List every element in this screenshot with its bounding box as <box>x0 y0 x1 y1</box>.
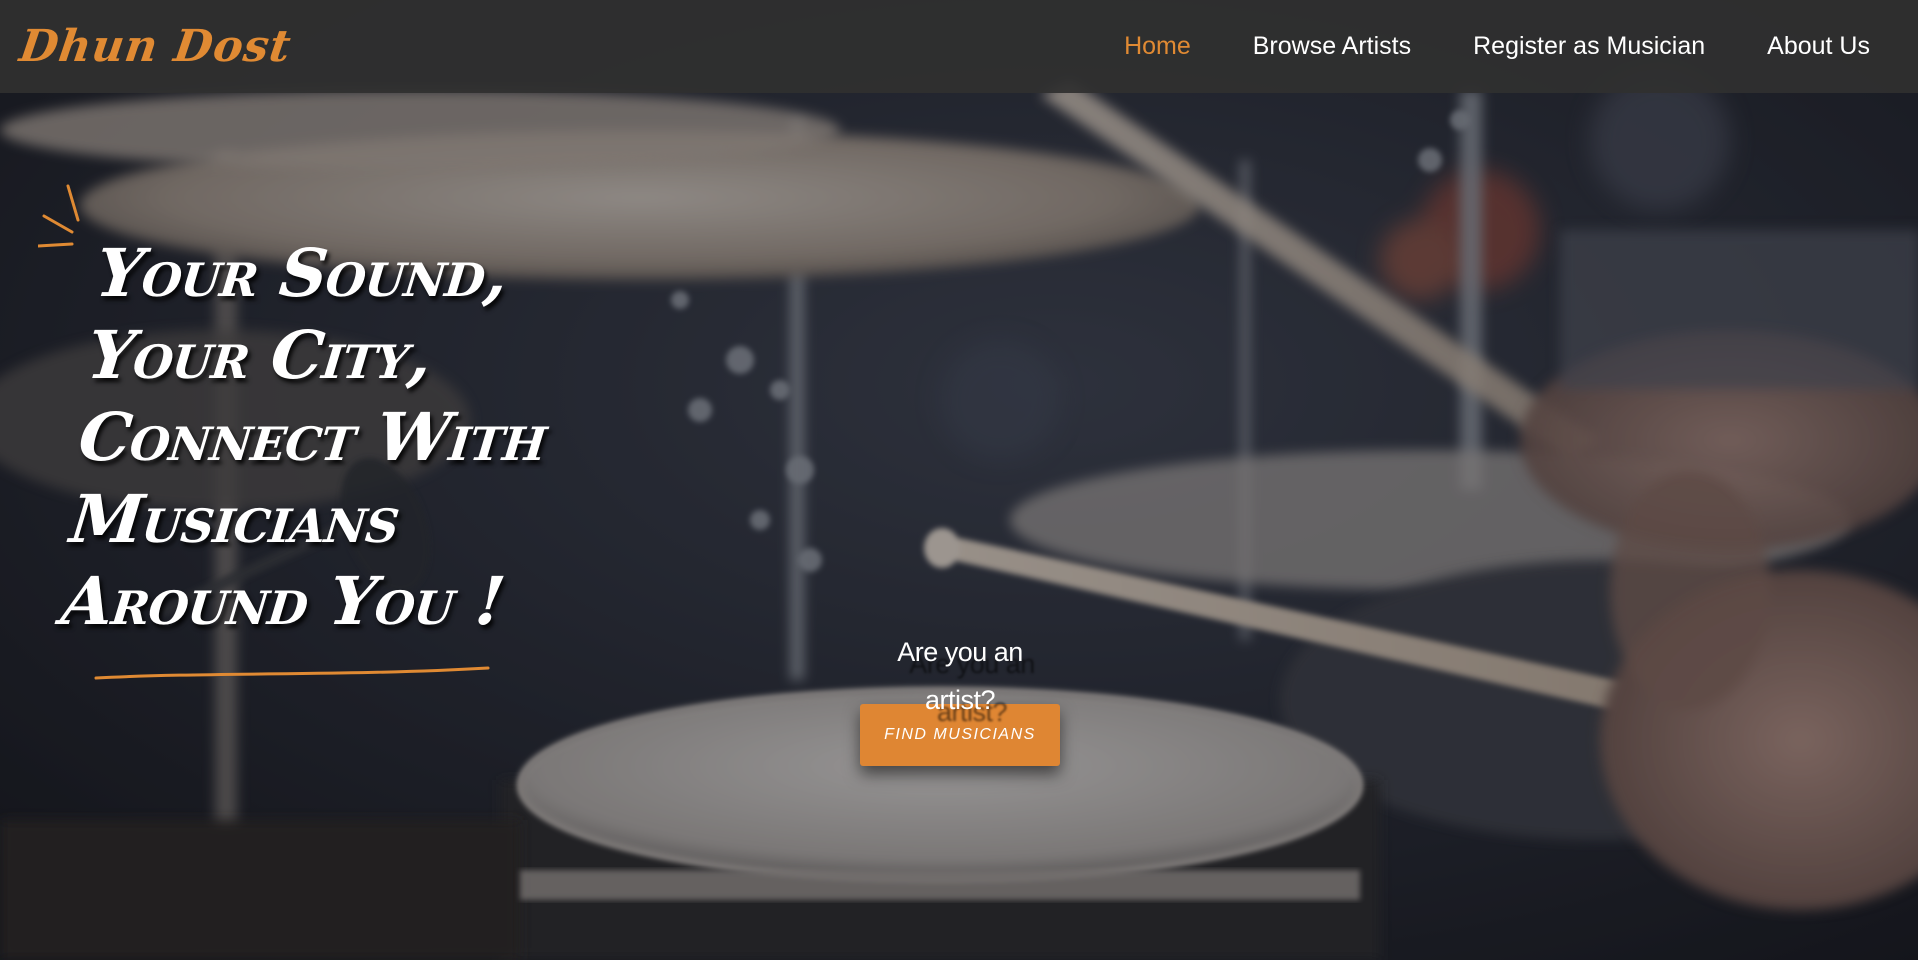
hero-headline: Your Sound, Your City, Connect With Musi… <box>14 180 623 642</box>
hero-headline-block: Your Sound, Your City, Connect With Musi… <box>38 180 598 680</box>
brand-logo[interactable]: Dhun Dost <box>16 21 294 72</box>
nav-item-browse-artists[interactable]: Browse Artists <box>1253 32 1411 61</box>
navbar: Dhun Dost Home Browse Artists Register a… <box>0 0 1918 93</box>
nav-item-register-musician[interactable]: Register as Musician <box>1473 32 1705 61</box>
headline-line: Musicians <box>66 480 403 558</box>
nav-item-about-us[interactable]: About Us <box>1767 32 1870 61</box>
headline-line: Your City, <box>83 316 435 394</box>
headline-line: Connect With <box>75 398 551 476</box>
headline-underline <box>94 666 490 680</box>
cta-question: Are you an artist? Are you an artist? <box>860 628 1060 727</box>
nav-links: Home Browse Artists Register as Musician… <box>1124 32 1870 61</box>
headline-line: Your Sound, <box>92 234 511 312</box>
cta-block: Are you an artist? Are you an artist? Fi… <box>860 628 1060 766</box>
headline-line: Around You ! <box>57 562 508 640</box>
nav-item-home[interactable]: Home <box>1124 32 1191 61</box>
